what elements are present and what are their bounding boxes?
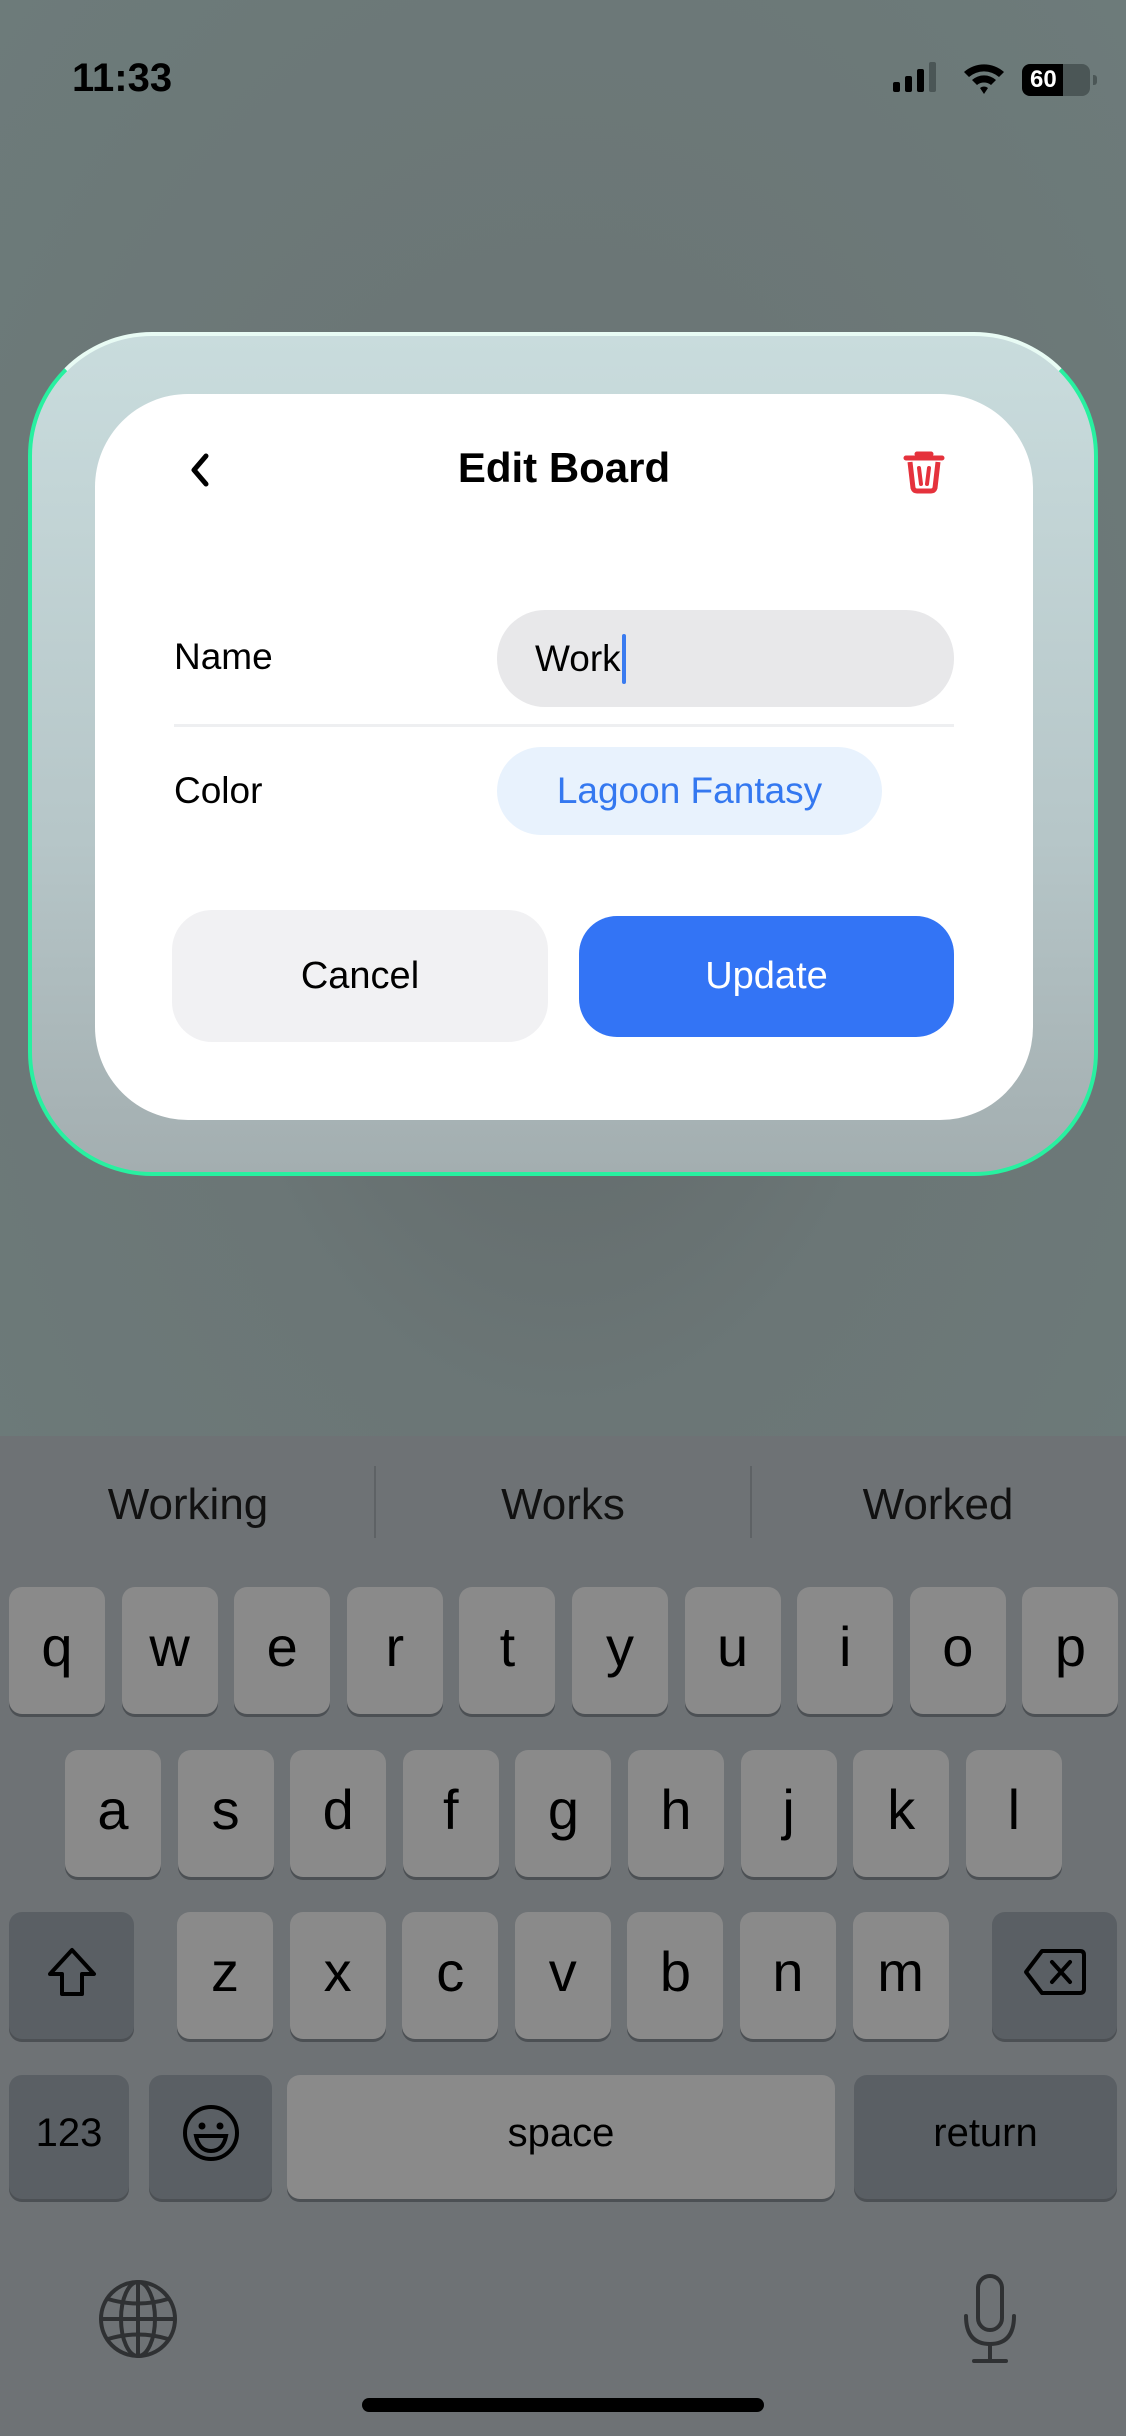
key-x[interactable]: x [289,1912,386,2039]
key-z[interactable]: z [177,1912,273,2039]
key-j[interactable]: j [740,1750,837,1877]
status-bar: 11:33 60 [0,0,1126,150]
suggestion-2[interactable]: Works [383,1470,743,1540]
key-t[interactable]: t [459,1587,556,1714]
key-q[interactable]: q [9,1587,105,1714]
suggestion-1[interactable]: Working [8,1470,368,1540]
color-label: Color [174,770,263,811]
key-f[interactable]: f [402,1750,499,1877]
key-w[interactable]: w [121,1587,218,1714]
dialog-title: Edit Board [457,444,671,491]
battery-icon: 60 [1022,64,1097,96]
key-p[interactable]: p [1022,1587,1119,1714]
emoji-key[interactable] [149,2075,272,2199]
key-k[interactable]: k [853,1750,950,1877]
key-n[interactable]: n [740,1912,836,2039]
wifi-icon [964,64,1004,94]
key-o[interactable]: o [909,1587,1006,1714]
globe-icon[interactable] [97,2278,179,2360]
delete-key[interactable] [992,1912,1117,2039]
key-b[interactable]: b [627,1912,724,2039]
space-key[interactable]: space [287,2075,835,2199]
key-r[interactable]: r [346,1587,443,1714]
emoji-icon [182,2105,239,2161]
key-h[interactable]: h [628,1750,724,1877]
suggestion-3[interactable]: Worked [758,1470,1118,1540]
key-v[interactable]: v [514,1912,611,2039]
key-c[interactable]: c [402,1912,499,2039]
cellular-signal-icon [893,62,936,92]
shift-arrow-icon [47,1947,96,1996]
numbers-key[interactable]: 123 [9,2075,129,2199]
key-e[interactable]: e [234,1587,331,1714]
microphone-icon[interactable] [960,2272,1020,2366]
key-m[interactable]: m [852,1912,949,2039]
update-button[interactable]: Update [579,916,954,1037]
return-key[interactable]: return [854,2075,1117,2199]
name-input[interactable]: Work [497,610,954,707]
name-label: Name [174,636,273,677]
cancel-button[interactable]: Cancel [172,910,548,1042]
backspace-icon [1023,1948,1086,1995]
key-d[interactable]: d [290,1750,387,1877]
status-time: 11:33 [72,56,173,100]
battery-level: 60 [1030,66,1057,93]
color-picker-button[interactable]: Lagoon Fantasy [497,747,882,835]
shift-key[interactable] [9,1912,134,2039]
key-u[interactable]: u [684,1587,781,1714]
trash-icon[interactable] [902,448,946,494]
home-indicator[interactable] [362,2398,764,2412]
key-l[interactable]: l [965,1750,1062,1877]
text-cursor [621,633,626,684]
key-g[interactable]: g [515,1750,612,1877]
key-i[interactable]: i [797,1587,894,1714]
suggestion-divider [374,1466,376,1538]
key-y[interactable]: y [572,1587,668,1714]
key-a[interactable]: a [65,1750,161,1877]
divider [174,724,954,727]
suggestion-divider [750,1466,752,1538]
key-s[interactable]: s [177,1750,274,1877]
name-input-value: Work [535,637,621,679]
